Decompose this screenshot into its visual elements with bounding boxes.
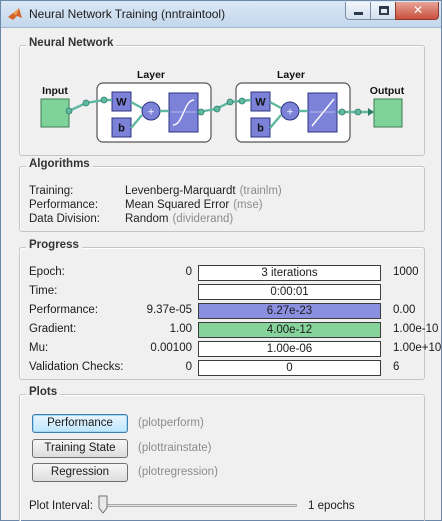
title-bar[interactable]: Neural Network Training (nntraintool) ✕ [1, 1, 441, 28]
algorithm-label: Training: [29, 185, 74, 197]
progress-current-value: 0 [286, 362, 293, 374]
plot-interval-label: Plot Interval: [29, 500, 93, 512]
progress-label: Time: [29, 285, 58, 297]
output-arrowhead-icon [368, 108, 374, 116]
algorithm-value: Random (dividerand) [125, 213, 233, 225]
plot-regression-button[interactable]: Regression [32, 463, 128, 482]
plot-interval-slider-track[interactable] [99, 504, 297, 507]
algorithm-value-text: Levenberg-Marquardt [125, 185, 236, 197]
progress-row-validation-checks: Validation Checks: 0 0 6 [29, 360, 421, 376]
progress-label: Mu: [29, 342, 49, 354]
progress-start-value: 0 [185, 361, 192, 373]
progress-panel: Progress Epoch: 0 3 iterations 1000 Time… [19, 239, 441, 380]
progress-start-value: 9.37e-05 [146, 304, 192, 316]
plot-regression-hint: (plotregression) [138, 466, 218, 478]
layer-1-label: Layer [137, 69, 165, 81]
neural-network-panel: Neural Network Input Output Layer W b + … [19, 37, 425, 156]
progress-row-time: Time: 0:00:01 [29, 284, 421, 300]
minimize-icon [354, 12, 363, 15]
network-diagram: Input Output Layer W b + Layer W b + [40, 69, 405, 143]
progress-start-value: 1.00 [169, 323, 192, 335]
progress-start-value: 0 [185, 266, 192, 278]
input-node [40, 98, 70, 128]
plot-performance-hint: (plotperform) [138, 417, 204, 429]
algorithm-label: Data Division: [29, 213, 100, 225]
layer-2-sum-label: + [286, 108, 294, 118]
algorithm-hint: (mse) [233, 199, 263, 211]
plot-training-state-button[interactable]: Training State [32, 439, 128, 458]
progress-label: Epoch: [29, 266, 65, 278]
layer-1-sum-label: + [147, 108, 155, 118]
maximize-icon [379, 6, 389, 15]
plot-interval-value: 1 epochs [308, 500, 355, 512]
maximize-button[interactable] [370, 2, 396, 20]
plots-title: Plots [26, 386, 61, 398]
close-icon: ✕ [412, 3, 424, 17]
progress-label: Performance: [29, 304, 99, 316]
algorithm-value: Levenberg-Marquardt (trainlm) [125, 185, 282, 197]
matlab-logo-icon [8, 8, 22, 20]
input-label: Input [42, 85, 68, 97]
layer-1-weight-label: W [116, 97, 127, 109]
plots-panel: Plots Performance (plotperform) Training… [19, 386, 425, 521]
algorithm-value-text: Random [125, 213, 169, 225]
layer-2-weight-label: W [255, 97, 266, 109]
algorithm-value-text: Mean Squared Error [125, 199, 230, 211]
layer-2-label: Layer [277, 69, 305, 81]
plot-training-state-hint: (plottrainstate) [138, 442, 212, 454]
plot-performance-button[interactable]: Performance [32, 414, 128, 433]
progress-row-gradient: Gradient: 1.00 4.00e-12 1.00e-10 [29, 322, 438, 338]
progress-end-value: 6 [393, 361, 400, 373]
algorithms-title: Algorithms [26, 158, 93, 170]
progress-current-value: 3 iterations [261, 267, 318, 279]
algorithm-label: Performance: [29, 199, 99, 211]
progress-current-value: 6.27e-23 [266, 305, 313, 317]
progress-end-value: 1.00e+10 [393, 342, 442, 354]
plot-interval-slider-thumb[interactable] [98, 495, 108, 514]
progress-end-value: 0.00 [393, 304, 416, 316]
progress-end-value: 1000 [393, 266, 419, 278]
progress-title: Progress [26, 239, 82, 251]
layer-2-bias-label: b [257, 123, 264, 135]
minimize-button[interactable] [345, 2, 371, 20]
close-button[interactable]: ✕ [395, 2, 439, 20]
progress-current-value: 0:00:01 [270, 286, 309, 298]
progress-bar: 3 iterations [198, 265, 381, 281]
progress-end-value: 1.00e-10 [393, 323, 439, 335]
progress-label: Validation Checks: [29, 361, 124, 373]
progress-bar: 4.00e-12 [198, 322, 381, 338]
progress-label: Gradient: [29, 323, 77, 335]
progress-bar: 1.00e-06 [198, 341, 381, 357]
progress-current-value: 1.00e-06 [266, 343, 313, 355]
progress-bar: 0:00:01 [198, 284, 381, 300]
progress-row-mu: Mu: 0.00100 1.00e-06 1.00e+10 [29, 341, 441, 357]
algorithm-value: Mean Squared Error (mse) [125, 199, 263, 211]
progress-row-epoch: Epoch: 0 3 iterations 1000 [29, 265, 421, 281]
progress-start-value: 0.00100 [150, 342, 192, 354]
progress-current-value: 4.00e-12 [266, 324, 313, 336]
algorithm-hint: (dividerand) [172, 213, 234, 225]
algorithm-hint: (trainlm) [239, 185, 282, 197]
output-node [373, 98, 403, 128]
progress-row-performance: Performance: 9.37e-05 6.27e-23 0.00 [29, 303, 421, 319]
progress-bar: 0 [198, 360, 381, 376]
app-window: Neural Network Training (nntraintool) ✕ … [0, 0, 442, 521]
progress-bar: 6.27e-23 [198, 303, 381, 319]
algorithms-panel: Algorithms Training: Levenberg-Marquardt… [19, 158, 425, 232]
output-label: Output [370, 85, 405, 97]
layer-1-bias-label: b [118, 123, 125, 135]
window-title: Neural Network Training (nntraintool) [29, 7, 226, 21]
